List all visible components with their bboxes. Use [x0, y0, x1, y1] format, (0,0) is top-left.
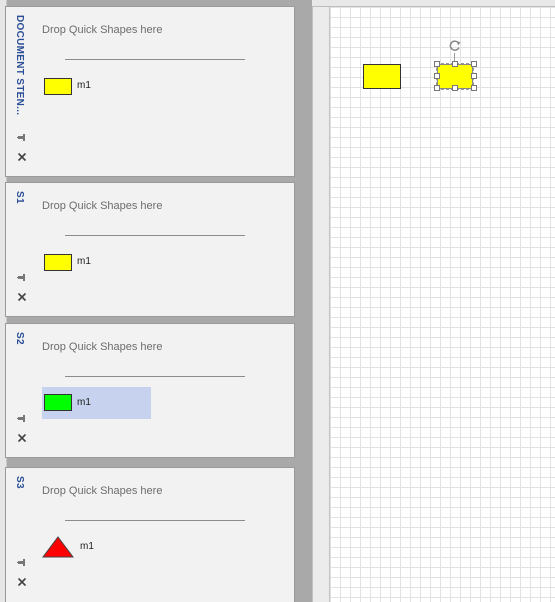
rectangle-shape-icon — [44, 78, 72, 95]
shape-label: m1 — [77, 256, 91, 267]
resize-handle-e[interactable] — [471, 73, 477, 79]
shape-label: m1 — [80, 541, 94, 552]
stencil-document: DOCUMENT STEN... Drop Quick Shapes here … — [5, 6, 295, 177]
resize-handle-n[interactable] — [452, 61, 458, 67]
stencil-s2: S2 Drop Quick Shapes here m1 — [5, 323, 295, 458]
triangle-shape-icon — [42, 536, 74, 558]
resize-handle-ne[interactable] — [471, 61, 477, 67]
stencil-shape-m1[interactable]: m1 — [42, 72, 152, 102]
canvas-vertical-ruler — [312, 0, 330, 602]
pin-icon[interactable] — [17, 133, 27, 143]
rectangle-shape-icon — [44, 394, 72, 411]
resize-handle-se[interactable] — [471, 85, 477, 91]
drop-quick-shapes-text: Drop Quick Shapes here — [42, 485, 163, 497]
pin-icon[interactable] — [17, 414, 27, 424]
resize-handle-s[interactable] — [452, 85, 458, 91]
resize-handle-sw[interactable] — [434, 85, 440, 91]
rotate-handle-icon[interactable] — [448, 39, 462, 53]
stencil-shape-m1[interactable]: m1 — [42, 248, 152, 278]
drop-quick-shapes-text: Drop Quick Shapes here — [42, 200, 163, 212]
drop-quick-shapes-text: Drop Quick Shapes here — [42, 341, 163, 353]
drawing-canvas[interactable] — [330, 7, 555, 602]
stencil-s1: S1 Drop Quick Shapes here m1 — [5, 182, 295, 317]
quick-shapes-divider — [65, 59, 245, 60]
quick-shapes-divider — [65, 520, 245, 521]
stencil-title[interactable]: S3 — [14, 476, 25, 489]
close-icon[interactable] — [17, 292, 27, 302]
rectangle-shape-icon — [44, 254, 72, 271]
shape-label: m1 — [77, 80, 91, 91]
resize-handle-w[interactable] — [434, 73, 440, 79]
quick-shapes-divider — [65, 376, 245, 377]
shape-label: m1 — [77, 397, 91, 408]
visio-window: DOCUMENT STEN... Drop Quick Shapes here … — [0, 0, 555, 602]
stencil-shape-m1[interactable]: m1 — [42, 387, 151, 419]
canvas-rectangle-shape[interactable] — [363, 64, 401, 89]
drop-quick-shapes-text: Drop Quick Shapes here — [42, 24, 163, 36]
stencil-title[interactable]: DOCUMENT STEN... — [14, 15, 25, 115]
close-icon[interactable] — [17, 433, 27, 443]
pin-icon[interactable] — [17, 273, 27, 283]
stencil-title[interactable]: S2 — [14, 332, 25, 345]
close-icon[interactable] — [17, 577, 27, 587]
rotate-handle-stem — [454, 53, 455, 61]
close-icon[interactable] — [17, 152, 27, 162]
stencil-s3: S3 Drop Quick Shapes here m1 — [5, 467, 295, 602]
stencil-shape-m1[interactable]: m1 — [42, 533, 152, 563]
quick-shapes-divider — [65, 235, 245, 236]
pin-icon[interactable] — [17, 558, 27, 568]
resize-handle-nw[interactable] — [434, 61, 440, 67]
horizontal-ruler — [312, 0, 555, 7]
stencil-title[interactable]: S1 — [14, 191, 25, 204]
